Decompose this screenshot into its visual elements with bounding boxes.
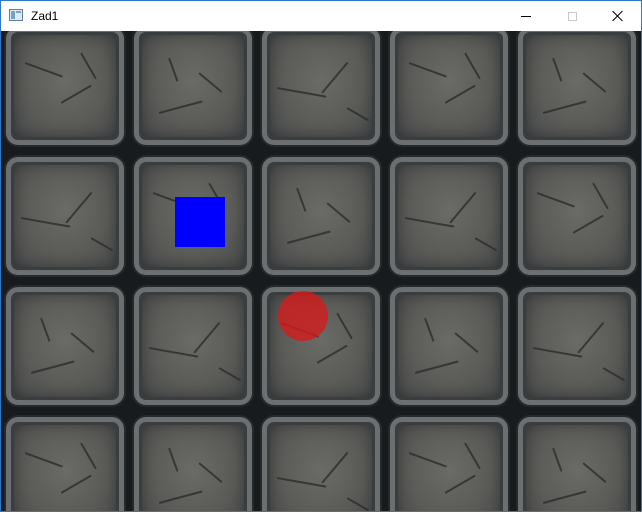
tile-crack (80, 52, 97, 80)
window-title: Zad1 (31, 9, 59, 23)
tile-crack (198, 72, 223, 94)
tile-crack (408, 452, 447, 468)
tile-crack (542, 100, 587, 114)
stone-tile (262, 157, 380, 275)
tile-crack (60, 474, 92, 494)
tile-crack (536, 192, 575, 208)
stone-tile (6, 157, 124, 275)
tile-crack (577, 321, 605, 354)
tile-crack (218, 367, 242, 382)
tile-crack (532, 347, 583, 358)
tile-crack (424, 317, 435, 342)
tile-crack (444, 84, 476, 104)
close-icon (612, 10, 624, 22)
tile-crack (552, 447, 563, 472)
tile-crack (444, 474, 476, 494)
tile-crack (542, 490, 587, 504)
tile-crack (168, 447, 179, 472)
tile-crack (148, 347, 199, 358)
tile-crack (346, 107, 370, 122)
tile-crack (90, 237, 114, 252)
tile-crack (80, 442, 97, 470)
close-button[interactable] (595, 1, 641, 31)
stone-tile (134, 287, 252, 405)
title-bar[interactable]: Zad1 (1, 1, 641, 31)
tile-crack (321, 61, 349, 94)
tile-crack (464, 52, 481, 80)
stone-tile (6, 287, 124, 405)
game-board[interactable] (1, 31, 641, 511)
stone-tile (518, 287, 636, 405)
maximize-button[interactable] (549, 1, 595, 31)
tile-crack (193, 321, 221, 354)
tile-crack (336, 312, 353, 340)
tile-crack (316, 344, 348, 364)
tile-crack (158, 100, 203, 114)
stone-tile (134, 31, 252, 145)
minimize-button[interactable] (503, 1, 549, 31)
tile-crack (582, 462, 607, 484)
tile-crack (24, 452, 63, 468)
game-window: Zad1 (0, 0, 642, 512)
tile-crack (572, 214, 604, 234)
tile-crack (404, 217, 455, 228)
tile-crack (20, 217, 71, 228)
tile-crack (326, 202, 351, 224)
tile-crack (474, 237, 498, 252)
stone-tile (262, 31, 380, 145)
tile-crack (414, 360, 459, 374)
minimize-icon (521, 15, 531, 17)
stone-tile (390, 417, 508, 511)
stone-tile (518, 157, 636, 275)
stone-tile (134, 417, 252, 511)
player-square (175, 197, 225, 247)
tile-crack (602, 367, 626, 382)
tile-crack (276, 477, 327, 488)
tile-crack (198, 462, 223, 484)
tile-crack (65, 191, 93, 224)
tile-crack (449, 191, 477, 224)
stone-tile (262, 417, 380, 511)
tile-crack (40, 317, 51, 342)
tile-crack (346, 497, 370, 511)
stone-tile (518, 31, 636, 145)
tile-crack (30, 360, 75, 374)
tile-crack (408, 62, 447, 78)
tile-crack (70, 332, 95, 354)
tile-crack (592, 182, 609, 210)
tile-crack (168, 57, 179, 82)
tile-crack (276, 87, 327, 98)
stone-tile (390, 287, 508, 405)
maximize-icon (567, 11, 577, 21)
tile-crack (454, 332, 479, 354)
tile-crack (296, 187, 307, 212)
stone-tile (390, 31, 508, 145)
tile-crack (60, 84, 92, 104)
red-orb (278, 291, 328, 341)
stone-tile (6, 417, 124, 511)
app-window-icon (9, 9, 23, 21)
tile-crack (552, 57, 563, 82)
tile-crack (321, 451, 349, 484)
stone-tile (390, 157, 508, 275)
tile-crack (286, 230, 331, 244)
tile-crack (582, 72, 607, 94)
stone-tile (6, 31, 124, 145)
tile-crack (464, 442, 481, 470)
tile-crack (24, 62, 63, 78)
tile-crack (158, 490, 203, 504)
stone-tile (518, 417, 636, 511)
